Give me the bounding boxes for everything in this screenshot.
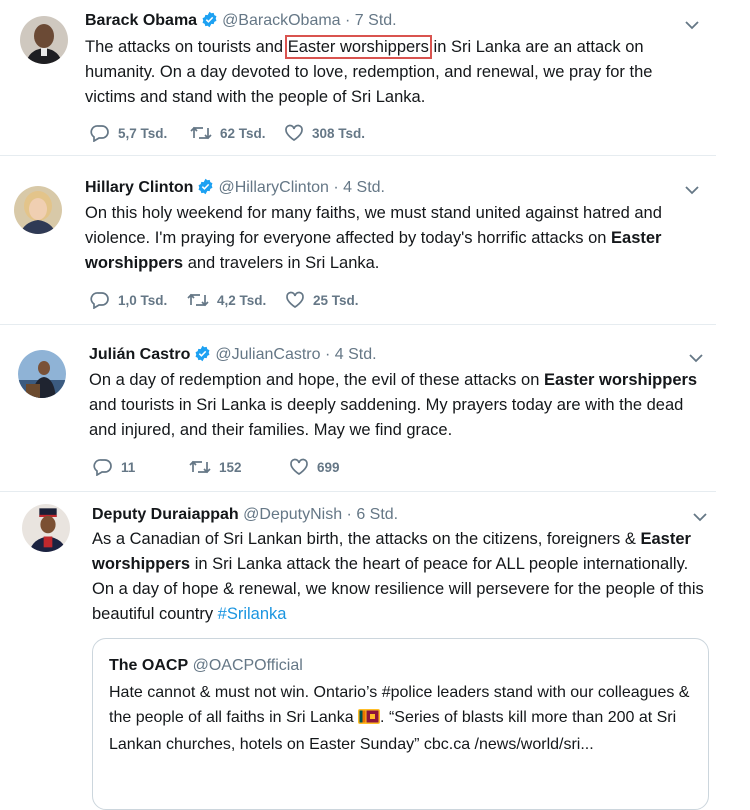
quoted-tweet-text: Hate cannot & must not win. Ontario’s #p… [109,680,694,757]
tweet-text-part: As a Canadian of Sri Lankan birth, the a… [92,530,641,548]
like-count: 699 [317,459,340,475]
timestamp[interactable]: · 7 Std. [345,12,397,29]
retweet-count: 152 [219,459,242,475]
timestamp[interactable]: · 6 Std. [347,506,399,523]
tweet-text-part: and tourists in Sri Lanka is deeply sadd… [89,396,684,439]
author-handle[interactable]: @JulianCastro [215,346,320,363]
avatar[interactable] [20,16,68,64]
tweet-text: On a day of redemption and hope, the evi… [89,368,699,443]
chevron-down-icon[interactable] [684,17,700,33]
reply-button[interactable]: 11 [93,458,135,476]
quoted-tweet[interactable]: The OACP @OACPOfficial Hate cannot & mus… [92,638,709,810]
tweet-clinton[interactable]: Hillary Clinton @HillaryClinton · 4 Std. … [0,156,716,324]
tweet-duraiappah[interactable]: Deputy Duraiappah @DeputyNish · 6 Std. A… [0,492,716,810]
tweet-header: Deputy Duraiappah @DeputyNish · 6 Std. [92,505,398,525]
like-count: 25 Tsd. [313,292,359,308]
timestamp[interactable]: · 4 Std. [325,346,377,363]
heart-icon [286,291,304,309]
tweet-obama[interactable]: Barack Obama @BarackObama · 7 Std. The at… [0,0,716,155]
author-handle[interactable]: @DeputyNish [243,506,342,523]
avatar[interactable] [18,350,66,398]
like-count: 308 Tsd. [312,125,366,141]
avatar[interactable] [22,504,70,552]
retweet-icon [187,293,209,307]
author-name[interactable]: Hillary Clinton [85,179,193,196]
author-name[interactable]: Barack Obama [85,12,197,29]
tweet-text: As a Canadian of Sri Lankan birth, the a… [92,527,708,627]
tweet-actions: 11 152 699 [93,458,493,480]
highlighted-phrase: Easter worshippers [284,35,432,59]
retweet-count: 4,2 Tsd. [217,292,267,308]
heart-icon [290,458,308,476]
tweet-text-part: On this holy weekend for many faiths, we… [85,204,662,247]
tweet-actions: 1,0 Tsd. 4,2 Tsd. 25 Tsd. [90,291,490,313]
verified-badge-icon [197,178,214,201]
tweet-header: Julián Castro @JulianCastro · 4 Std. [89,345,377,368]
tweet-text-part: On a day of redemption and hope, the evi… [89,371,544,389]
heart-icon [285,124,303,142]
retweet-icon [189,460,211,474]
verified-badge-icon [201,11,218,34]
reply-count: 11 [121,459,136,475]
like-button[interactable]: 25 Tsd. [285,291,359,309]
timestamp[interactable]: · 4 Std. [333,179,385,196]
hashtag-link[interactable]: #Srilanka [218,605,287,623]
author-name[interactable]: Julián Castro [89,346,190,363]
quoted-author-handle: @OACPOfficial [192,657,303,674]
retweet-button[interactable]: 4,2 Tsd. [187,291,266,309]
retweet-button[interactable]: 152 [189,458,242,476]
author-name[interactable]: Deputy Duraiappah [92,506,239,523]
tweet-actions: 5,7 Tsd. 62 Tsd. 308 Tsd. [90,124,490,146]
quoted-author-name: The OACP [109,657,189,674]
tweet-castro[interactable]: Julián Castro @JulianCastro · 4 Std. On a… [0,325,716,491]
chevron-down-icon[interactable] [688,350,704,366]
tweet-text: The attacks on tourists and Easter worsh… [85,35,695,110]
retweet-button[interactable]: 62 Tsd. [190,124,266,142]
bold-phrase: Easter worshippers [543,371,698,389]
verified-badge-icon [194,345,211,368]
reply-count: 5,7 Tsd. [118,125,168,141]
reply-button[interactable]: 5,7 Tsd. [90,124,167,142]
author-handle[interactable]: @BarackObama [222,12,341,29]
tweet-text: On this holy weekend for many faiths, we… [85,201,695,276]
reply-icon [90,292,109,309]
tweet-text-part: The attacks on tourists and [85,38,288,56]
retweet-count: 62 Tsd. [220,125,266,141]
sri-lanka-flag-icon [358,707,381,732]
tweet-header: Barack Obama @BarackObama · 7 Std. [85,11,397,34]
retweet-icon [190,126,212,140]
reply-icon [93,459,112,476]
tweet-text-part: and travelers in Sri Lanka. [183,254,380,272]
chevron-down-icon[interactable] [692,509,708,525]
chevron-down-icon[interactable] [684,182,700,198]
tweet-header: Hillary Clinton @HillaryClinton · 4 Std. [85,178,385,201]
quoted-tweet-header: The OACP @OACPOfficial [109,656,303,676]
reply-count: 1,0 Tsd. [118,292,168,308]
reply-button[interactable]: 1,0 Tsd. [90,291,167,309]
like-button[interactable]: 308 Tsd. [284,124,365,142]
author-handle[interactable]: @HillaryClinton [218,179,329,196]
like-button[interactable]: 699 [289,458,340,476]
avatar[interactable] [14,186,62,234]
reply-icon [90,125,109,142]
